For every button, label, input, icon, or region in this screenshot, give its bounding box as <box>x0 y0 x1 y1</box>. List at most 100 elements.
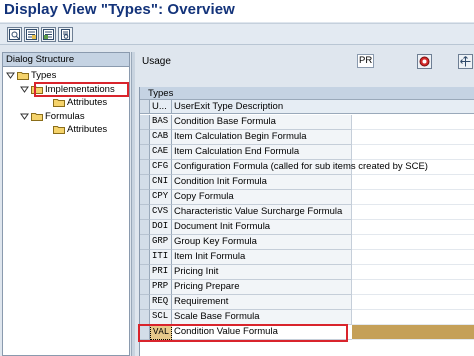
panel-splitter[interactable] <box>131 52 135 356</box>
row-selector[interactable] <box>140 250 150 265</box>
select-all-button[interactable] <box>24 27 39 42</box>
window-title: Display View "Types": Overview <box>4 1 235 18</box>
print-preview-button[interactable] <box>58 27 73 42</box>
cell-description[interactable]: Scale Base Formula <box>172 310 352 325</box>
row-selector[interactable] <box>140 295 150 310</box>
row-selector[interactable] <box>140 130 150 145</box>
cell-code[interactable]: CPY <box>150 190 172 205</box>
row-filler <box>352 205 474 220</box>
expand-triangle-icon[interactable] <box>20 85 29 94</box>
folder-icon <box>31 112 43 121</box>
table-row[interactable]: ITI Item Init Formula <box>140 250 474 265</box>
table-row[interactable]: CVS Characteristic Value Surcharge Formul… <box>140 205 474 220</box>
cell-description[interactable]: Document Init Formula <box>172 220 352 235</box>
row-selector[interactable] <box>140 265 150 280</box>
cell-code[interactable]: CAE <box>150 145 172 160</box>
table-caption: Types <box>140 87 474 100</box>
application-toolbar <box>0 23 474 45</box>
column-header-description[interactable]: UserExit Type Description <box>172 100 474 113</box>
val-row-highlight <box>138 324 348 342</box>
cell-code[interactable]: CAB <box>150 130 172 145</box>
cell-code[interactable]: DOI <box>150 220 172 235</box>
cell-code[interactable]: ITI <box>150 250 172 265</box>
folder-icon <box>17 71 29 80</box>
cell-description[interactable]: Condition Init Formula <box>172 175 352 190</box>
expand-triangle-icon[interactable] <box>6 71 15 80</box>
usage-field[interactable]: PR <box>357 54 374 68</box>
tree-label: Types <box>31 70 57 81</box>
move-button[interactable] <box>458 54 473 69</box>
cell-code[interactable]: PRI <box>150 265 172 280</box>
row-filler <box>352 190 474 205</box>
row-selector[interactable] <box>140 205 150 220</box>
row-filler <box>352 310 474 325</box>
table-row[interactable]: CPY Copy Formula <box>140 190 474 205</box>
table-row[interactable]: SCL Scale Base Formula <box>140 310 474 325</box>
usage-area: Usage PR <box>136 52 474 74</box>
table-row[interactable]: CFG Configuration Formula (called for sub… <box>140 160 474 175</box>
cell-description[interactable]: Item Init Formula <box>172 250 352 265</box>
table-row[interactable]: CAB Item Calculation Begin Formula <box>140 130 474 145</box>
table-row[interactable]: CNI Condition Init Formula <box>140 175 474 190</box>
table-row[interactable]: DOI Document Init Formula <box>140 220 474 235</box>
table-row[interactable]: REQ Requirement <box>140 295 474 310</box>
deselect-all-button[interactable] <box>41 27 56 42</box>
cell-description[interactable]: Pricing Init <box>172 265 352 280</box>
cell-code[interactable]: CNI <box>150 175 172 190</box>
tree-node-formulas[interactable]: Formulas <box>20 110 85 123</box>
cell-description[interactable]: Configuration Formula (called for sub it… <box>172 160 428 175</box>
dialog-structure-header: Dialog Structure <box>3 53 129 67</box>
column-header-usage[interactable]: U... <box>150 100 172 113</box>
cell-code[interactable]: CVS <box>150 205 172 220</box>
cell-code[interactable]: PRP <box>150 280 172 295</box>
table-header: U... UserExit Type Description <box>140 100 474 114</box>
folder-icon <box>53 125 65 134</box>
cell-description[interactable]: Item Calculation End Formula <box>172 145 352 160</box>
row-selector[interactable] <box>140 235 150 250</box>
cell-description[interactable]: Copy Formula <box>172 190 352 205</box>
title-bar: Display View "Types": Overview <box>0 0 474 22</box>
stop-button[interactable] <box>417 54 432 69</box>
row-selector[interactable] <box>140 190 150 205</box>
tree-label: Formulas <box>45 111 85 122</box>
cell-description[interactable]: Characteristic Value Surcharge Formula <box>172 205 352 220</box>
cell-code[interactable]: REQ <box>150 295 172 310</box>
row-filler <box>352 250 474 265</box>
row-filler <box>352 220 474 235</box>
types-table: Types U... UserExit Type Description BAS… <box>139 87 474 356</box>
folder-icon <box>53 98 65 107</box>
table-row[interactable]: GRP Group Key Formula <box>140 235 474 250</box>
table-settings-button[interactable] <box>7 27 22 42</box>
stop-icon <box>419 56 430 67</box>
tree-node-attributes-formulas[interactable]: Attributes <box>53 123 107 136</box>
row-selector[interactable] <box>140 280 150 295</box>
move-icon <box>460 56 471 67</box>
cell-description[interactable]: Item Calculation Begin Formula <box>172 130 352 145</box>
row-filler <box>352 295 474 310</box>
row-selector[interactable] <box>140 115 150 130</box>
row-filler <box>352 130 474 145</box>
row-selector[interactable] <box>140 310 150 325</box>
tree-label: Attributes <box>67 97 108 108</box>
cell-description[interactable]: Pricing Prepare <box>172 280 352 295</box>
table-row[interactable]: PRP Pricing Prepare <box>140 280 474 295</box>
cell-code[interactable]: SCL <box>150 310 172 325</box>
cell-code[interactable]: BAS <box>150 115 172 130</box>
cell-description[interactable]: Condition Base Formula <box>172 115 352 130</box>
row-selector[interactable] <box>140 175 150 190</box>
row-selector[interactable] <box>140 220 150 235</box>
table-row[interactable]: CAE Item Calculation End Formula <box>140 145 474 160</box>
expand-triangle-icon[interactable] <box>20 112 29 121</box>
row-selector[interactable] <box>140 145 150 160</box>
table-row[interactable]: PRI Pricing Init <box>140 265 474 280</box>
cell-code[interactable]: GRP <box>150 235 172 250</box>
table-row[interactable]: BAS Condition Base Formula <box>140 115 474 130</box>
select-all-column-header[interactable] <box>140 100 150 113</box>
row-selector[interactable] <box>140 160 150 175</box>
cell-description[interactable]: Requirement <box>172 295 352 310</box>
tree-node-types[interactable]: Types <box>6 69 56 82</box>
cell-code[interactable]: CFG <box>150 160 172 175</box>
row-filler <box>352 145 474 160</box>
tree-node-attributes-impl[interactable]: Attributes <box>53 96 107 109</box>
cell-description[interactable]: Group Key Formula <box>172 235 352 250</box>
